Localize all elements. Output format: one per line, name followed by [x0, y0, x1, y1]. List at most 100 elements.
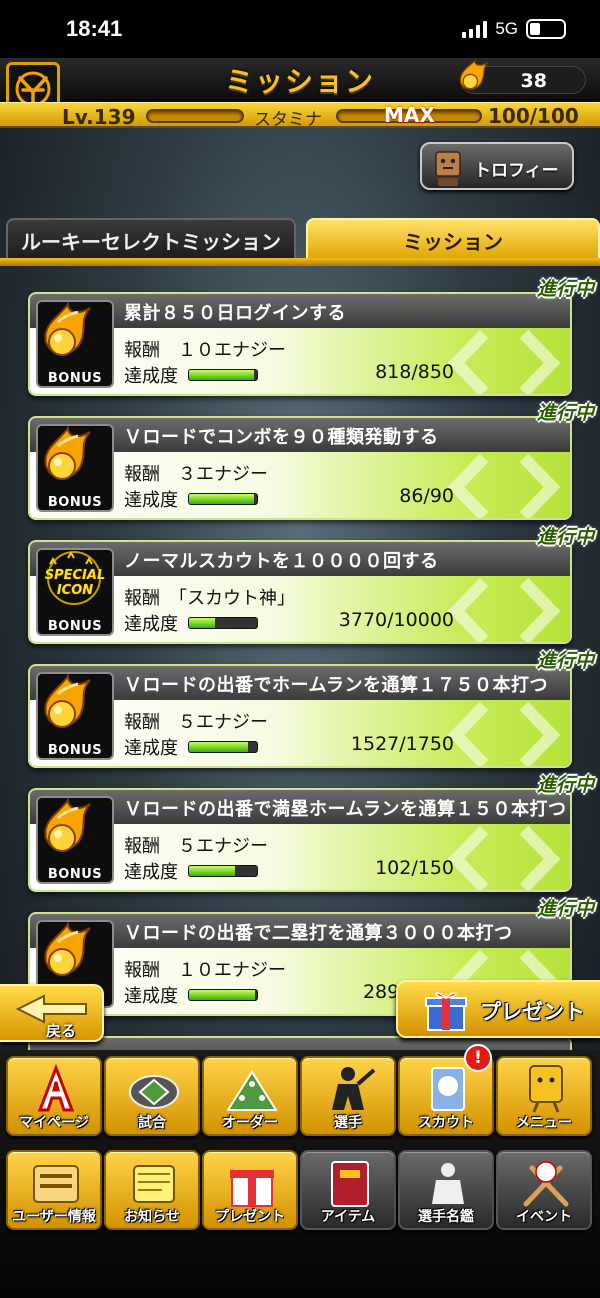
- bonus-label: BONUS: [47, 619, 103, 634]
- scout-card-icon: [431, 1067, 465, 1111]
- nav-row-secondary: ユーザー情報 お知らせ プレゼント アイテム 選手名鑑 イベント: [0, 1150, 600, 1238]
- achievement-progress-bar: [188, 989, 258, 1001]
- energy-bonus-icon: BONUS: [36, 424, 114, 512]
- nav-label: 選手名鑑: [418, 1209, 474, 1225]
- gift-icon: [230, 1170, 274, 1207]
- trophy-button[interactable]: トロフィー: [420, 142, 574, 190]
- reward-value: ３エナジー: [178, 464, 268, 485]
- stamina-value: 100/100: [488, 104, 579, 128]
- nav-mypage-button[interactable]: マイページ: [6, 1056, 102, 1136]
- mission-status-tag: 進行中: [536, 650, 594, 672]
- mission-title: Ｖロードでコンボを９０種類発動する: [124, 427, 439, 448]
- chevron-decoration-icon: [447, 329, 561, 394]
- subnav-event-bats-button[interactable]: イベント: [496, 1150, 592, 1230]
- achievement-label: 達成度: [124, 862, 178, 883]
- mission-title: Ｖロードの出番で二塁打を通算３０００本打つ: [124, 923, 513, 944]
- back-button[interactable]: 戻る: [0, 984, 104, 1042]
- mission-list[interactable]: 進行中 BONUS 累計８５０日ログインする 報酬 １０エナジー 達成度 818/850 進…: [0, 266, 600, 1054]
- special-icon-text: SPECIAL ICON: [38, 568, 112, 598]
- tab-rookie-select-mission[interactable]: ルーキーセレクトミッション: [6, 218, 296, 260]
- chevron-decoration-icon: [447, 701, 561, 766]
- trophy-icon: [435, 151, 461, 186]
- progress-fill: [189, 494, 254, 504]
- subnav-player-directory-button[interactable]: 選手名鑑: [398, 1150, 494, 1230]
- order-field-icon: [226, 1070, 278, 1111]
- achievement-progress-text: 818/850: [375, 361, 454, 383]
- bonus-label: BONUS: [47, 867, 103, 882]
- mission-status-tag: 進行中: [536, 402, 594, 424]
- subnav-item-book-button[interactable]: アイテム: [300, 1150, 396, 1230]
- stamina-max-label: MAX: [384, 103, 435, 127]
- nav-label: マイページ: [19, 1115, 89, 1131]
- mission-card[interactable]: SPECIAL ICON BONUS ノーマルスカウトを１００００回する 報酬 「スカウ…: [28, 540, 572, 644]
- exp-gauge: [146, 109, 244, 123]
- bottom-navigation: マイページ 試合 オーダー 選手 スカウト メニュー ユーザー情報 お知らせ プレゼント アイテ…: [0, 1050, 600, 1298]
- level-value: 139: [93, 105, 136, 129]
- energy-bonus-icon: BONUS: [36, 300, 114, 388]
- mission-screen: 18:41 5G ミッション 38 Lv.139 スタミナ MAX 100/10…: [0, 0, 600, 1298]
- nav-label: スカウト: [418, 1115, 474, 1131]
- achievement-label: 達成度: [124, 738, 178, 759]
- battery-icon: [526, 19, 566, 39]
- progress-fill: [189, 618, 215, 628]
- achievement-progress-text: 3770/10000: [338, 609, 454, 631]
- reward-label: 報酬: [124, 588, 160, 609]
- chevron-decoration-icon: [447, 453, 561, 518]
- achievement-progress-text: 86/90: [399, 485, 454, 507]
- tab-mission[interactable]: ミッション: [306, 218, 600, 260]
- progress-fill: [189, 990, 255, 1000]
- item-book-icon: [331, 1161, 369, 1207]
- scout-notification-badge: !: [464, 1044, 492, 1072]
- nav-label: プレゼント: [215, 1209, 285, 1225]
- signal-icon: [462, 20, 488, 38]
- mission-card[interactable]: BONUS Ｖロードでコンボを９０種類発動する報酬 ３エナジー達成度 86/90: [28, 416, 572, 520]
- back-label: 戻る: [46, 1022, 77, 1040]
- subnav-notice-button[interactable]: お知らせ: [104, 1150, 200, 1230]
- user-info-icon: [33, 1165, 79, 1203]
- bonus-label: BONUS: [47, 371, 103, 386]
- nav-player-button[interactable]: 選手: [300, 1056, 396, 1136]
- energy-bonus-icon: BONUS: [36, 796, 114, 884]
- achievement-label: 達成度: [124, 986, 178, 1007]
- mission-status-tag: 進行中: [536, 774, 594, 796]
- mission-title: Ｖロードの出番でホームランを通算１７５０本打つ: [124, 675, 549, 696]
- notice-icon: [133, 1165, 175, 1203]
- special-icon-bonus: SPECIAL ICON BONUS: [36, 548, 114, 636]
- special-text-line2: ICON: [56, 583, 94, 598]
- subnav-user-info-button[interactable]: ユーザー情報: [6, 1150, 102, 1230]
- nav-label: 試合: [138, 1115, 166, 1131]
- chevron-decoration-icon: [447, 825, 561, 890]
- reward-value: １０エナジー: [178, 960, 286, 981]
- mission-card[interactable]: BONUS Ｖロードの出番で満塁ホームランを通算１５０本打つ 報酬 ５エナジー 達成度…: [28, 788, 572, 892]
- mission-reward: 報酬 １０エナジー: [124, 336, 286, 362]
- progress-fill: [189, 370, 255, 380]
- reward-label: 報酬: [124, 960, 160, 981]
- reward-label: 報酬: [124, 836, 160, 857]
- event-bats-icon: [523, 1161, 569, 1207]
- tab-underline: [0, 258, 600, 266]
- subnav-gift-button[interactable]: プレゼント: [202, 1150, 298, 1230]
- nav-stadium-button[interactable]: 試合: [104, 1056, 200, 1136]
- mission-status-tag: 進行中: [536, 526, 594, 548]
- nav-menu-character-button[interactable]: メニュー: [496, 1056, 592, 1136]
- nav-order-field-button[interactable]: オーダー: [202, 1056, 298, 1136]
- stadium-icon: [129, 1075, 179, 1109]
- nav-label: オーダー: [222, 1115, 278, 1131]
- reward-label: 報酬: [124, 712, 160, 733]
- achievement-progress-text: 102/150: [375, 857, 454, 879]
- mission-reward: 報酬 ３エナジー: [124, 460, 268, 486]
- achievement-label: 達成度: [124, 490, 178, 511]
- reward-value: １０エナジー: [178, 340, 286, 361]
- present-button[interactable]: プレゼント: [396, 980, 600, 1038]
- menu-character-icon: [529, 1065, 563, 1113]
- player-directory-icon: [432, 1163, 464, 1204]
- achievement-progress-bar: [188, 493, 258, 505]
- mission-card[interactable]: BONUS Ｖロードの出番でホームランを通算１７５０本打つ 報酬 ５エナジー 達成度 1…: [28, 664, 572, 768]
- progress-fill: [189, 742, 249, 752]
- reward-value: 「スカウト神」: [178, 588, 295, 609]
- status-right: 5G: [462, 19, 566, 39]
- mission-card[interactable]: BONUS 累計８５０日ログインする 報酬 １０エナジー 達成度 818/850: [28, 292, 572, 396]
- nav-label: メニュー: [516, 1115, 572, 1131]
- player-icon: [332, 1067, 376, 1110]
- energy-icon: [459, 59, 488, 90]
